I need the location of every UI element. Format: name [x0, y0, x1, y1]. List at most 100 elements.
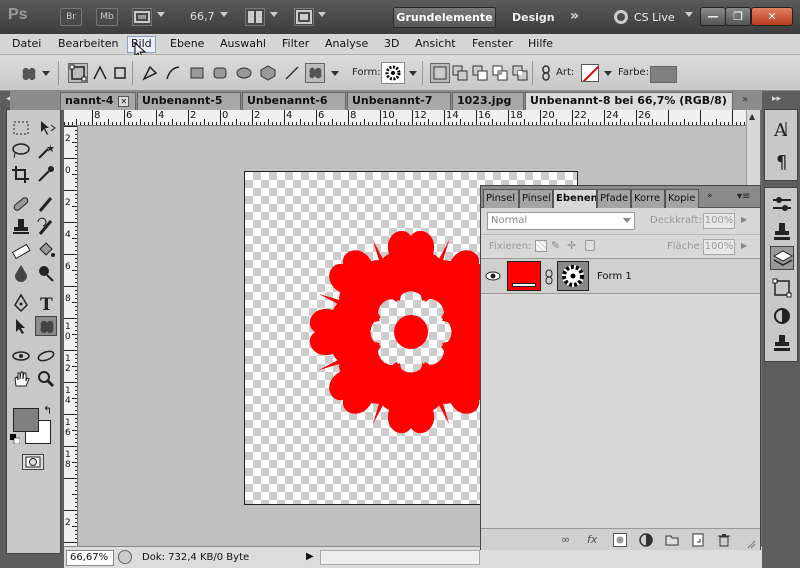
blur-tool-icon[interactable] — [10, 263, 32, 283]
cs-live-icon[interactable] — [614, 10, 628, 24]
swap-colors-icon[interactable]: ↰ — [43, 404, 52, 417]
link-layers-icon[interactable]: ∞ — [561, 533, 575, 547]
layer-style-icon[interactable]: fx — [587, 533, 601, 547]
status-menu-icon[interactable]: ▶ — [306, 551, 314, 562]
default-colors-icon[interactable] — [10, 434, 21, 445]
menu-filter[interactable]: Filter — [282, 37, 309, 50]
menu-bearbeiten[interactable]: Bearbeiten — [58, 37, 118, 50]
scroll-up-icon[interactable]: ▲ — [749, 112, 755, 121]
opacity-input[interactable]: 100% — [703, 213, 735, 229]
paragraph-panel-icon[interactable]: ¶ — [770, 148, 794, 173]
adjustments-panel-icon[interactable] — [770, 304, 794, 328]
frame-icon[interactable] — [132, 8, 152, 26]
zoom-input[interactable]: 66,67% — [66, 550, 114, 566]
pen-tool-icon[interactable] — [10, 293, 32, 313]
more-tabs-icon[interactable]: » — [742, 94, 748, 105]
crop-tool-icon[interactable] — [10, 164, 32, 184]
tab-unbenannt-7[interactable]: Unbenannt-7✕ — [347, 92, 451, 123]
tab-unbenannt-5[interactable]: Unbenannt-5✕ — [137, 92, 241, 123]
eye-icon[interactable] — [485, 269, 501, 283]
hand-tool-icon[interactable] — [10, 369, 32, 389]
link-icon[interactable] — [536, 63, 556, 83]
tool-preset-picker[interactable] — [18, 63, 38, 83]
new-layer-icon[interactable] — [691, 533, 705, 547]
layer-fill-thumbnail[interactable] — [507, 261, 541, 291]
tab-pinselvorgaben[interactable]: Pinsel — [519, 189, 553, 208]
fill-slider-icon[interactable]: ▶ — [741, 241, 747, 250]
history-panel-icon[interactable] — [770, 332, 794, 356]
chevron-down-icon[interactable] — [220, 12, 228, 17]
type-tool-icon[interactable]: T — [35, 293, 57, 315]
ellipse-shape-icon[interactable] — [234, 63, 254, 83]
tab-1023-jpg[interactable]: 1023.jpg✕ — [452, 92, 524, 123]
zoom-level[interactable]: 66,7 — [190, 10, 215, 23]
line-shape-icon[interactable] — [282, 63, 302, 83]
magic-wand-icon[interactable] — [35, 141, 57, 161]
menu-ansicht[interactable]: Ansicht — [415, 37, 456, 50]
vector-mask-thumbnail[interactable] — [557, 261, 589, 291]
arrange-documents-icon[interactable] — [245, 8, 265, 26]
paths-mode-button[interactable] — [90, 63, 110, 83]
blend-mode-select[interactable]: Normal — [487, 212, 635, 230]
restore-button[interactable]: ❐ — [725, 7, 751, 26]
menu-auswahl[interactable]: Auswahl — [220, 37, 266, 50]
chevron-down-icon[interactable] — [409, 71, 417, 76]
tab-unbenannt-8[interactable]: Unbenannt-8 bei 66,7% (RGB/8) *✕ — [525, 92, 733, 123]
lock-all-icon[interactable] — [585, 240, 595, 251]
chevron-down-icon[interactable] — [623, 218, 631, 223]
exclude-shape-button[interactable] — [510, 63, 530, 83]
chevron-down-icon[interactable] — [270, 12, 278, 17]
cs-live-button[interactable]: CS Live — [634, 11, 675, 24]
rectangle-shape-icon[interactable] — [187, 63, 207, 83]
tab-unbenannt-4[interactable]: nannt-4 ✕ — [60, 92, 136, 110]
tab-unbenannt-6[interactable]: Unbenannt-6✕ — [242, 92, 346, 123]
layer-row-form-1[interactable]: Form 1 — [481, 258, 760, 294]
style-picker[interactable] — [581, 64, 599, 82]
layer-name[interactable]: Form 1 — [597, 271, 632, 282]
3d-rotate-icon[interactable] — [10, 346, 32, 366]
screen-mode-icon[interactable] — [294, 8, 314, 26]
tab-kopierquelle[interactable]: Kopie — [665, 189, 699, 208]
intersect-shape-button[interactable] — [490, 63, 510, 83]
eyedropper-icon[interactable] — [35, 164, 57, 184]
close-icon[interactable]: ✕ — [118, 95, 130, 107]
resize-grip-icon[interactable] — [747, 539, 756, 549]
menu-fenster[interactable]: Fenster — [472, 37, 513, 50]
quick-mask-icon[interactable] — [22, 454, 44, 470]
status-info-icon[interactable] — [118, 550, 132, 564]
chevron-down-icon[interactable] — [318, 12, 326, 17]
shape-color-swatch[interactable] — [650, 66, 677, 83]
workspace-design-button[interactable]: Design — [512, 11, 555, 24]
custom-shape-tool-icon[interactable] — [35, 316, 57, 336]
expand-panels-icon[interactable]: ▸▸ — [772, 94, 781, 104]
fill-input[interactable]: 100% — [703, 239, 735, 255]
move-tool-icon[interactable] — [35, 118, 57, 138]
foreground-color-swatch[interactable] — [13, 408, 39, 432]
horizontal-scrollbar[interactable] — [320, 550, 480, 565]
workspace-grundelemente-button[interactable]: Grundelemente — [393, 7, 496, 28]
tab-ebenen[interactable]: Ebenen — [553, 189, 597, 208]
clone-source-icon[interactable] — [770, 220, 794, 244]
layers-panel-icon[interactable] — [770, 246, 794, 270]
bridge-button[interactable]: Br — [60, 8, 82, 26]
chevron-down-icon[interactable] — [42, 71, 50, 76]
menu-ebene[interactable]: Ebene — [170, 37, 204, 50]
minimize-button[interactable]: — — [700, 7, 726, 26]
chevron-down-icon[interactable] — [157, 12, 165, 17]
menu-datei[interactable]: Datei — [12, 37, 41, 50]
chevron-down-icon[interactable] — [331, 71, 339, 76]
path-selection-icon[interactable] — [10, 316, 32, 336]
paths-panel-icon[interactable] — [770, 276, 794, 300]
pen-tool-icon[interactable] — [140, 63, 160, 83]
workspace-more-icon[interactable]: » — [570, 8, 579, 24]
adjustment-layer-icon[interactable] — [639, 533, 653, 547]
menu-analyse[interactable]: Analyse — [325, 37, 368, 50]
rounded-rectangle-icon[interactable] — [210, 63, 230, 83]
zoom-tool-icon[interactable] — [35, 369, 57, 389]
spot-healing-icon[interactable] — [10, 194, 32, 214]
close-button[interactable]: ✕ — [751, 7, 793, 26]
fill-pixels-mode-button[interactable] — [110, 63, 130, 83]
lock-position-icon[interactable]: ✛ — [567, 239, 576, 252]
subtract-shape-button[interactable] — [470, 63, 490, 83]
menu-3d[interactable]: 3D — [384, 37, 399, 50]
